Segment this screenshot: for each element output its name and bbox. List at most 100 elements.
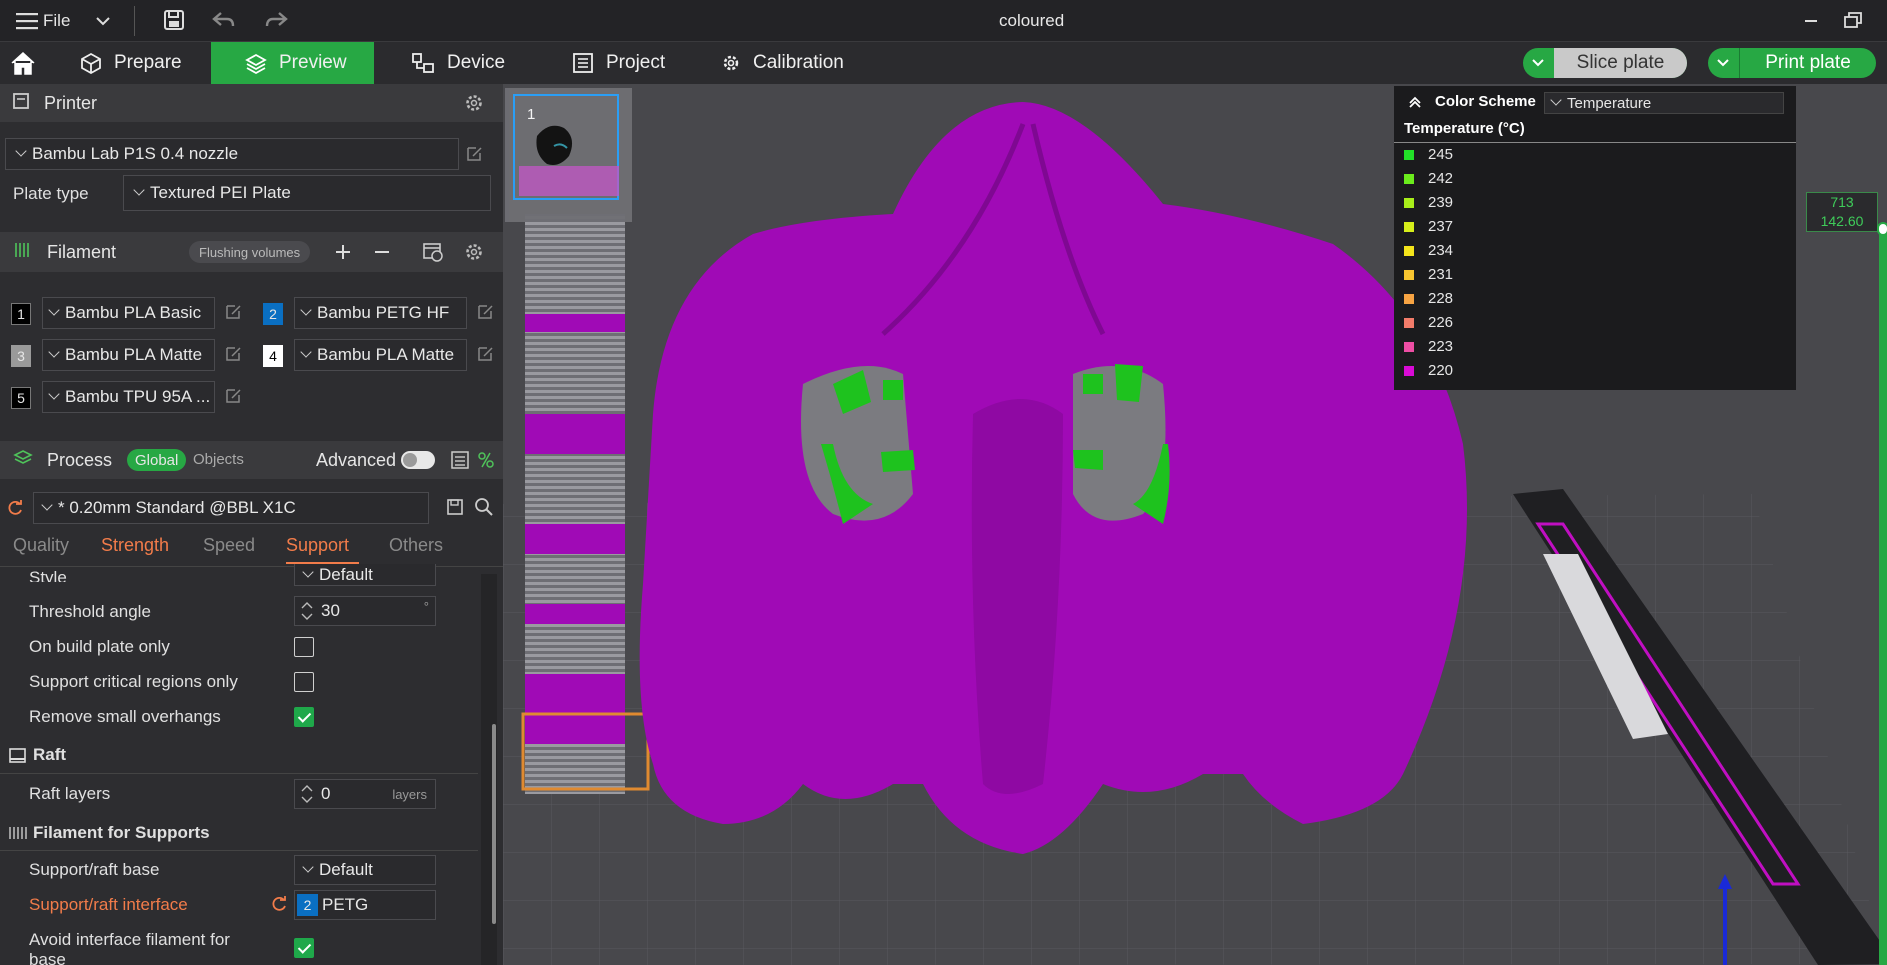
chevron-down-icon — [301, 305, 311, 315]
filament-section-header[interactable]: Filament Flushing volumes — [0, 232, 503, 272]
filament-color-swatch[interactable]: 1 — [11, 303, 31, 325]
layer-slider-handle[interactable] — [1877, 222, 1887, 236]
tab-calibration[interactable]: Calibration — [721, 42, 871, 84]
slice-plate-label[interactable]: Slice plate — [1554, 48, 1687, 78]
threshold-angle-input[interactable]: 30 ° — [294, 596, 436, 626]
edit-icon[interactable] — [465, 145, 483, 163]
advanced-toggle[interactable] — [401, 451, 435, 469]
chevron-down-icon — [303, 567, 313, 577]
tab-prepare[interactable]: Prepare — [80, 42, 200, 84]
chevron-down-icon[interactable] — [1708, 58, 1738, 68]
chevron-down-icon — [49, 389, 59, 399]
filament-name: Bambu TPU 95A ... — [65, 387, 211, 406]
search-icon[interactable] — [474, 497, 494, 522]
filament-icon — [8, 825, 28, 846]
gear-icon[interactable] — [464, 93, 484, 118]
subtab-quality[interactable]: Quality — [13, 535, 69, 556]
filament-color-swatch[interactable]: 5 — [11, 387, 31, 409]
add-icon[interactable] — [333, 242, 353, 267]
undo-icon[interactable] — [212, 10, 236, 35]
tab-device-label: Device — [447, 52, 506, 73]
critical-regions-checkbox[interactable] — [294, 672, 314, 692]
raft-interface-select[interactable]: 2 PETG — [294, 890, 436, 920]
legend-entry: 234 — [1404, 242, 1453, 259]
process-preset-select[interactable]: * 0.20mm Standard @BBL X1C — [33, 492, 429, 524]
filament-select-5[interactable]: Bambu TPU 95A ... — [42, 381, 215, 413]
global-toggle[interactable]: Global — [127, 449, 187, 471]
raft-layers-label: Raft layers — [29, 784, 111, 803]
printer-select[interactable]: Bambu Lab P1S 0.4 nozzle — [5, 138, 459, 170]
legend-swatch — [1404, 245, 1414, 256]
avoid-interface-checkbox[interactable] — [294, 938, 314, 958]
compare-icon[interactable] — [476, 450, 496, 475]
filament-select-3[interactable]: Bambu PLA Matte — [42, 339, 215, 371]
chevron-down-icon[interactable] — [94, 12, 112, 35]
scrollbar-thumb[interactable] — [492, 724, 496, 924]
tab-preview-label: Preview — [279, 52, 347, 73]
color-scheme-legend: Color Scheme Temperature Temperature (°C… — [1394, 86, 1796, 390]
redo-icon[interactable] — [264, 10, 288, 35]
filament-color-swatch[interactable]: 2 — [263, 303, 283, 325]
style-select[interactable]: Default — [294, 564, 436, 586]
plate-type-select[interactable]: Textured PEI Plate — [123, 175, 491, 211]
restore-icon[interactable] — [1843, 11, 1863, 36]
project-icon — [573, 53, 593, 73]
edit-icon[interactable] — [476, 303, 494, 321]
filament-color-swatch[interactable]: 4 — [263, 345, 283, 367]
save-icon[interactable] — [446, 498, 464, 521]
filament-color-swatch[interactable]: 3 — [11, 345, 31, 367]
save-icon[interactable] — [163, 9, 185, 36]
reset-icon[interactable] — [6, 499, 24, 522]
reset-icon[interactable] — [270, 895, 288, 918]
minimize-icon[interactable] — [1802, 12, 1820, 35]
process-section-header[interactable]: Process Global Objects Advanced — [0, 441, 503, 479]
filament-name: Bambu PLA Matte — [317, 345, 455, 364]
edit-icon[interactable] — [224, 303, 242, 321]
layer-slider[interactable] — [1877, 222, 1887, 965]
gear-icon[interactable] — [464, 242, 484, 267]
subtab-speed[interactable]: Speed — [203, 535, 255, 556]
plate-thumbnail[interactable]: 1 — [505, 88, 632, 222]
flushing-volumes-button[interactable]: Flushing volumes — [189, 241, 311, 263]
legend-swatch — [1404, 221, 1414, 232]
filament-select-1[interactable]: Bambu PLA Basic — [42, 297, 215, 329]
stepper-icon[interactable] — [297, 598, 317, 624]
build-plate-only-checkbox[interactable] — [294, 637, 314, 657]
sync-filament-icon[interactable] — [422, 241, 444, 268]
tab-calibration-label: Calibration — [753, 52, 844, 73]
slice-plate-button[interactable]: Slice plate — [1523, 48, 1687, 78]
hamburger-icon[interactable] — [16, 12, 38, 30]
raft-interface-value: PETG — [322, 895, 369, 914]
collapse-icon[interactable] — [1408, 95, 1422, 114]
tab-project[interactable]: Project — [572, 42, 702, 84]
legend-entry: 239 — [1404, 194, 1453, 211]
edit-icon[interactable] — [476, 345, 494, 363]
color-scheme-select[interactable]: Temperature — [1544, 92, 1784, 114]
stepper-icon[interactable] — [297, 781, 317, 807]
subtab-strength[interactable]: Strength — [101, 535, 169, 556]
raft-base-select[interactable]: Default — [294, 855, 436, 885]
legend-value: 226 — [1428, 314, 1454, 331]
remove-overhangs-checkbox[interactable] — [294, 707, 314, 727]
printer-section-header[interactable]: Printer — [0, 84, 503, 122]
file-menu[interactable]: File — [43, 11, 70, 31]
remove-icon[interactable] — [372, 242, 392, 267]
legend-value: 239 — [1428, 194, 1454, 211]
chevron-down-icon[interactable] — [1523, 58, 1553, 68]
subtab-others[interactable]: Others — [389, 535, 443, 556]
raft-layers-unit: layers — [392, 787, 427, 802]
list-icon[interactable] — [450, 450, 470, 475]
tab-device[interactable]: Device — [411, 42, 531, 84]
sidebar-scrollbar[interactable] — [481, 574, 497, 965]
edit-icon[interactable] — [224, 345, 242, 363]
raft-layers-input[interactable]: 0 layers — [294, 779, 436, 809]
objects-toggle[interactable]: Objects — [193, 451, 244, 468]
home-icon[interactable] — [10, 50, 36, 81]
edit-icon[interactable] — [224, 387, 242, 405]
filament-select-4[interactable]: Bambu PLA Matte — [294, 339, 467, 371]
subtab-support[interactable]: Support — [286, 535, 349, 556]
filament-select-2[interactable]: Bambu PETG HF — [294, 297, 467, 329]
print-plate-label[interactable]: Print plate — [1740, 48, 1876, 78]
tab-preview[interactable]: Preview — [211, 42, 374, 84]
print-plate-button[interactable]: Print plate — [1708, 48, 1876, 78]
